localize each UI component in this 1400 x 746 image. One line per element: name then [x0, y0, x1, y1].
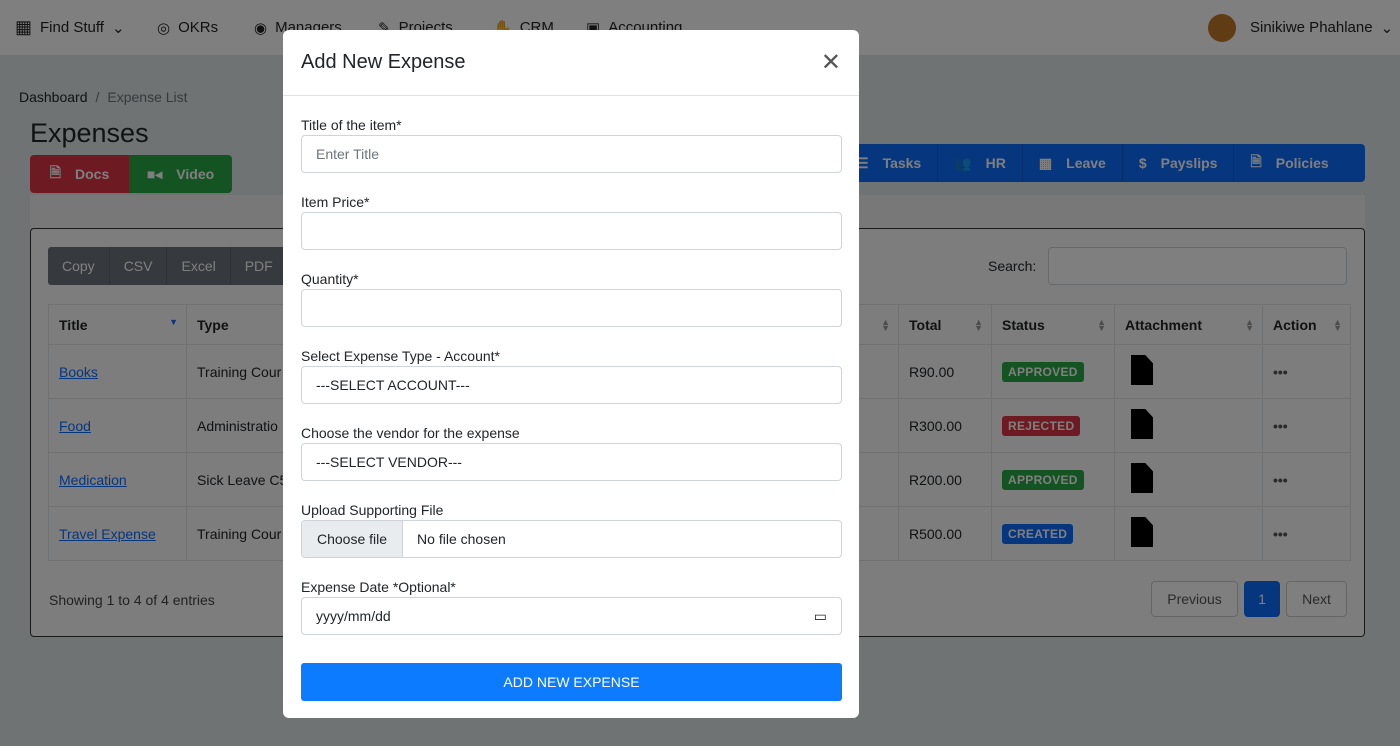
account-label: Select Expense Type - Account*	[301, 348, 500, 364]
vendor-select[interactable]: ---SELECT VENDOR---	[301, 443, 842, 481]
calendar-icon[interactable]: ▭	[814, 608, 827, 625]
file-label: Upload Supporting File	[301, 502, 444, 518]
quantity-input[interactable]	[301, 289, 842, 327]
date-input[interactable]: yyyy/mm/dd ▭	[301, 597, 842, 635]
file-input[interactable]: Choose file No file chosen	[301, 520, 842, 558]
modal-title: Add New Expense	[301, 51, 466, 73]
add-expense-submit-button[interactable]: ADD NEW EXPENSE	[301, 663, 842, 701]
price-label: Item Price*	[301, 194, 370, 210]
price-input[interactable]	[301, 212, 842, 250]
title-input[interactable]: Enter Title	[301, 135, 842, 173]
account-select[interactable]: ---SELECT ACCOUNT---	[301, 366, 842, 404]
close-icon[interactable]: ✕	[821, 48, 841, 77]
quantity-label: Quantity*	[301, 271, 359, 287]
title-label: Title of the item*	[301, 117, 402, 133]
choose-file-button[interactable]: Choose file	[302, 521, 404, 557]
vendor-label: Choose the vendor for the expense	[301, 425, 520, 441]
date-label: Expense Date *Optional*	[301, 579, 456, 595]
add-expense-modal: Add New Expense ✕ Title of the item* Ente…	[283, 30, 859, 718]
